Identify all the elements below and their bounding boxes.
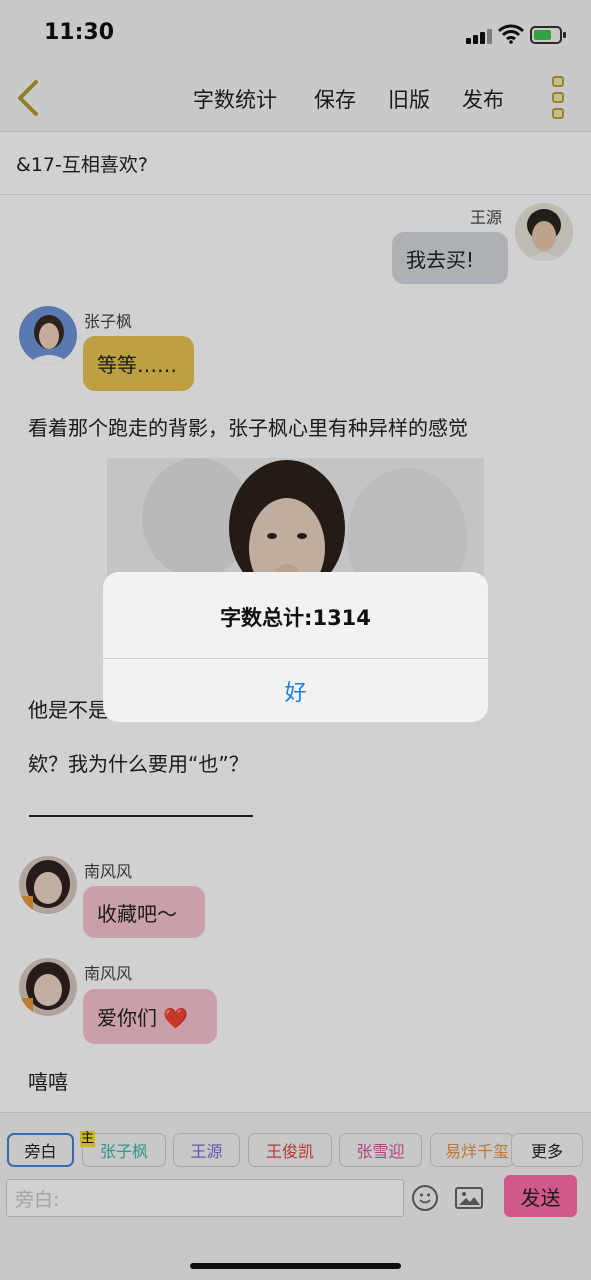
alert-ok-button[interactable]: 好 bbox=[103, 660, 488, 722]
alert-title: 字数总计:1314 bbox=[220, 606, 371, 630]
alert-divider bbox=[103, 658, 488, 659]
word-count-alert: 字数总计:1314 好 bbox=[103, 572, 488, 722]
